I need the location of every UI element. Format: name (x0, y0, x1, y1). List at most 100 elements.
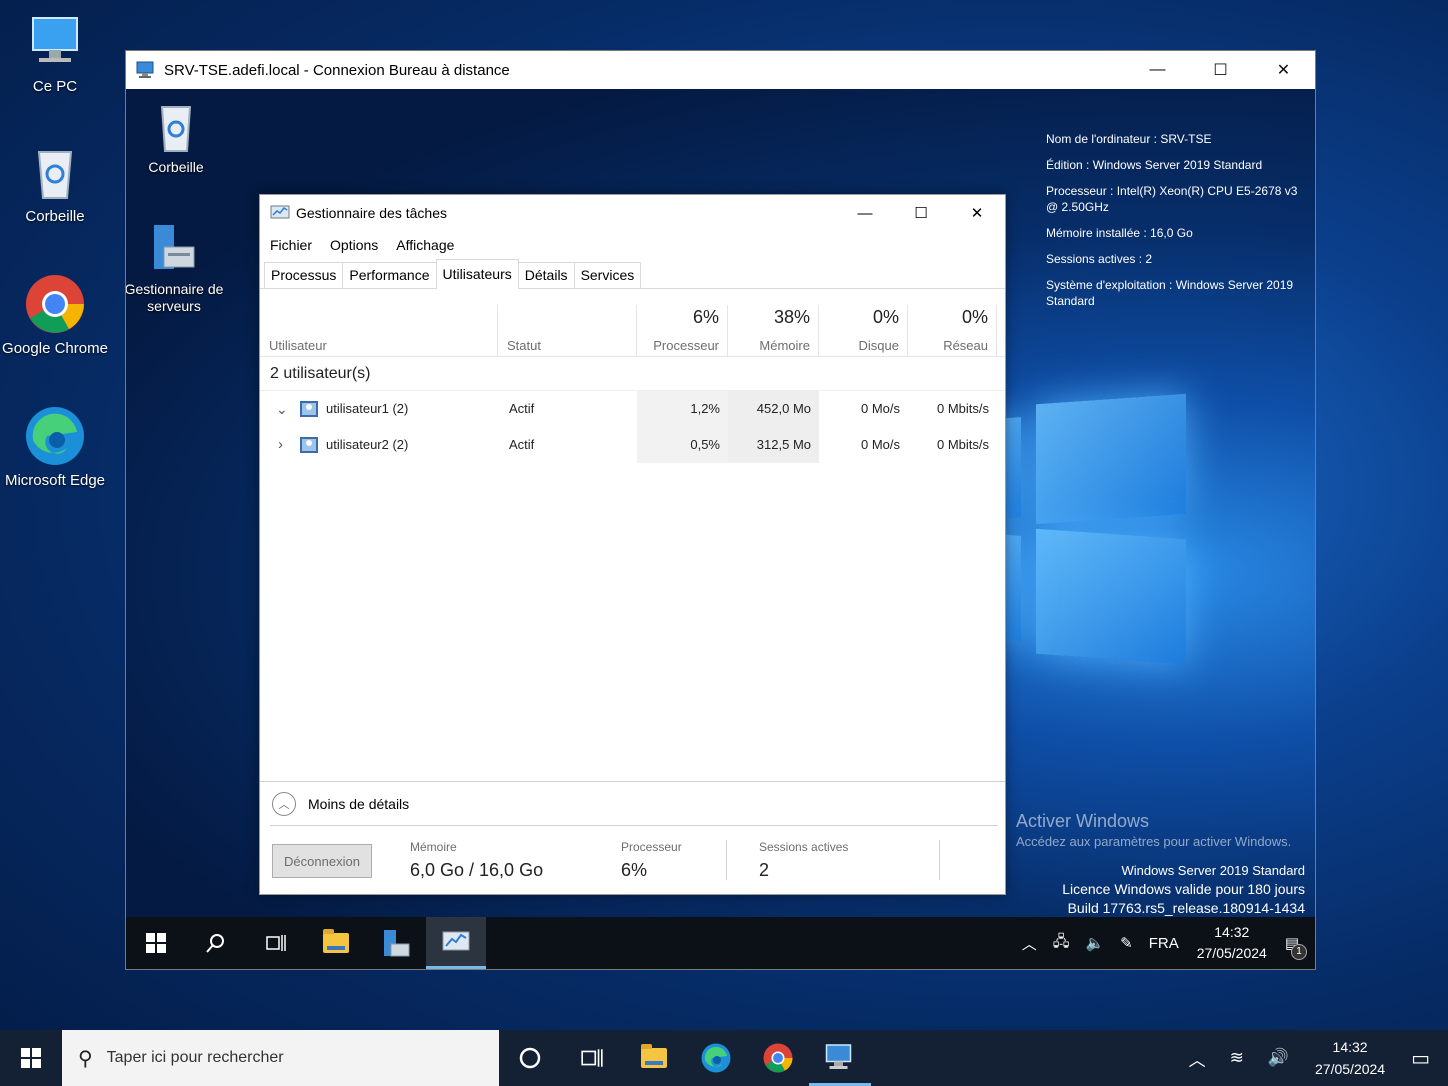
desktop-icon-edge[interactable]: Microsoft Edge (0, 404, 110, 489)
folder-icon (323, 929, 349, 953)
footer-cpu-value: 6% (621, 860, 648, 880)
speaker-muted-icon[interactable]: 🔈 (1085, 934, 1104, 952)
speaker-icon[interactable]: 🔊 (1268, 1048, 1289, 1068)
winver-license: Licence Windows valide pour 180 jours (1062, 881, 1305, 897)
collapse-chevron-icon[interactable]: ⌄ (276, 391, 288, 427)
chrome-taskbar-button[interactable] (747, 1030, 809, 1086)
notification-center-icon[interactable]: ▤ 1 (1285, 934, 1307, 960)
chevron-up-icon[interactable]: ︿ (1189, 1046, 1206, 1071)
sysinfo-sessions: Sessions actives : 2 (1046, 252, 1153, 266)
chevron-up-icon[interactable]: ︿ (1022, 933, 1037, 954)
task-manager-window: Gestionnaire des tâches — ☐ ✕ Fichier Op… (259, 194, 1006, 895)
file-explorer-button[interactable] (306, 917, 366, 969)
windows-start-icon (146, 933, 166, 953)
fewer-details-toggle[interactable]: ︿ Moins de détails (260, 781, 1005, 825)
task-manager-title: Gestionnaire des tâches (296, 205, 447, 221)
search-icon: ⚲ (78, 1047, 93, 1070)
task-manager-taskbar-button[interactable] (426, 917, 486, 969)
tab-processes[interactable]: Processus (264, 262, 344, 288)
footer-memory: Mémoire 6,0 Go / 16,0 Go (410, 840, 543, 881)
remote-date: 27/05/2024 (1196, 945, 1267, 961)
pen-icon[interactable]: ✎ (1120, 934, 1133, 952)
remote-icon-label: Corbeille (148, 159, 204, 175)
menu-view[interactable]: Affichage (396, 237, 454, 253)
column-headers: Utilisateur Statut 6% Processeur 38% Mém… (260, 305, 1005, 357)
remote-session-desktop: Corbeille Gestionnaire de serveurs Nom d… (126, 89, 1315, 969)
remote-taskbar: ︿ 🖧 🔈 ✎ FRA 14:32 27/05/2024 ▤ 1 (126, 917, 1315, 969)
user-memory: 312,5 Mo (728, 427, 819, 463)
task-manager-icon (270, 205, 290, 221)
table-row[interactable]: ⌄ utilisateur1 (2) Actif 1,2% 452,0 Mo 0… (260, 391, 1005, 427)
host-system-tray: ︿ ≋ 🔊 14:32 27/05/2024 ▭ (1177, 1030, 1448, 1086)
footer-divider (726, 840, 727, 880)
remote-icon-label: Gestionnaire de serveurs (126, 281, 224, 314)
activate-title: Activer Windows (1016, 811, 1150, 831)
cortana-button[interactable] (499, 1030, 561, 1086)
menu-bar: Fichier Options Affichage (260, 231, 1005, 259)
column-user[interactable]: Utilisateur (260, 305, 498, 357)
search-box[interactable]: ⚲ Taper ici pour rechercher (62, 1030, 499, 1086)
footer-sessions-value: 2 (759, 860, 770, 880)
task-view-button[interactable] (561, 1030, 623, 1086)
network-icon[interactable]: 🖧 (1053, 931, 1070, 956)
maximize-button[interactable]: ☐ (1189, 51, 1252, 89)
desktop-icon-recycle-bin[interactable]: Corbeille (0, 140, 110, 225)
close-button[interactable]: ✕ (1252, 51, 1315, 89)
tab-performance[interactable]: Performance (342, 262, 437, 288)
column-memory-label: Mémoire (759, 338, 810, 353)
host-clock[interactable]: 14:32 27/05/2024 (1315, 1036, 1385, 1080)
notification-center-icon[interactable]: ▭ (1411, 1046, 1430, 1071)
winver-build: Build 17763.rs5_release.180914-1434 (1067, 900, 1305, 916)
task-manager-title-bar[interactable]: Gestionnaire des tâches — ☐ ✕ (260, 195, 1005, 231)
remote-desktop-taskbar-button[interactable] (809, 1030, 871, 1086)
expand-chevron-icon[interactable]: › (278, 427, 283, 463)
remote-icon-server-manager[interactable]: Gestionnaire de serveurs (126, 223, 224, 315)
language-indicator[interactable]: FRA (1149, 935, 1179, 952)
disconnect-button[interactable]: Déconnexion (272, 844, 372, 878)
user-disk: 0 Mo/s (860, 401, 900, 416)
table-row[interactable]: › utilisateur2 (2) Actif 0,5% 312,5 Mo 0… (260, 427, 1005, 463)
edge-taskbar-button[interactable] (685, 1030, 747, 1086)
winver-edition: Windows Server 2019 Standard (1121, 863, 1305, 878)
user-avatar-icon (300, 391, 318, 427)
server-manager-icon (384, 930, 410, 957)
sysinfo-processor: Processeur : Intel(R) Xeon(R) CPU E5-267… (1046, 184, 1298, 214)
desktop-icon-chrome[interactable]: Google Chrome (0, 272, 110, 357)
minimize-button[interactable]: — (837, 195, 893, 231)
host-time: 14:32 (1332, 1039, 1368, 1055)
user-name: utilisateur2 (2) (326, 437, 409, 452)
task-manager-icon (442, 931, 470, 950)
remote-clock[interactable]: 14:32 27/05/2024 (1197, 922, 1267, 964)
tab-services[interactable]: Services (573, 262, 642, 288)
chrome-icon (23, 272, 87, 336)
menu-file[interactable]: Fichier (270, 237, 312, 253)
task-view-button[interactable] (246, 917, 306, 969)
server-manager-button[interactable] (366, 917, 426, 969)
tab-users[interactable]: Utilisateurs (435, 259, 519, 289)
search-button[interactable] (186, 917, 246, 969)
column-disk[interactable]: 0% Disque (819, 305, 908, 357)
minimize-button[interactable]: — (1126, 51, 1189, 89)
close-button[interactable]: ✕ (949, 195, 1005, 231)
column-status-label: Statut (507, 338, 541, 353)
remote-icon-recycle-bin[interactable]: Corbeille (126, 101, 226, 176)
rdp-title-bar[interactable]: SRV-TSE.adefi.local - Connexion Bureau à… (126, 51, 1315, 89)
task-view-icon (581, 1049, 603, 1067)
start-button[interactable] (0, 1030, 62, 1086)
tab-details[interactable]: Détails (517, 262, 575, 288)
column-memory[interactable]: 38% Mémoire (728, 305, 819, 357)
wifi-icon[interactable]: ≋ (1230, 1048, 1244, 1068)
desktop-icon-this-pc[interactable]: Ce PC (0, 10, 110, 95)
maximize-button[interactable]: ☐ (893, 195, 949, 231)
windows-start-icon (21, 1048, 41, 1068)
start-button[interactable] (126, 917, 186, 969)
column-network[interactable]: 0% Réseau (908, 305, 997, 357)
column-network-label: Réseau (943, 338, 988, 353)
column-status[interactable]: Statut (498, 305, 637, 357)
user-memory: 452,0 Mo (728, 391, 819, 427)
menu-options[interactable]: Options (330, 237, 378, 253)
rdp-title: SRV-TSE.adefi.local - Connexion Bureau à… (164, 61, 510, 79)
cortana-icon (519, 1047, 541, 1069)
file-explorer-button[interactable] (623, 1030, 685, 1086)
column-cpu[interactable]: 6% Processeur (637, 305, 728, 357)
